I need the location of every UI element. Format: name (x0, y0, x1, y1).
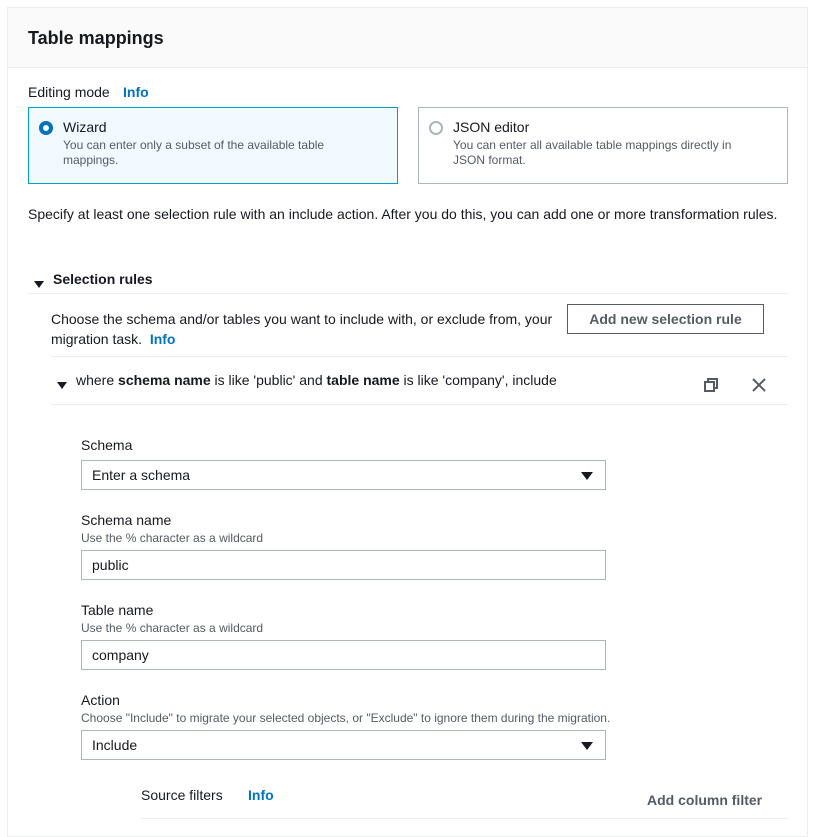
divider (28, 293, 788, 294)
table-name-input[interactable]: company (81, 640, 606, 670)
json-editor-radio[interactable] (429, 121, 443, 135)
panel-title: Table mappings (28, 28, 164, 48)
divider (51, 404, 788, 405)
wizard-radio[interactable] (39, 121, 53, 135)
action-label: Action (81, 692, 120, 708)
caret-down-icon (57, 382, 67, 389)
json-editor-option[interactable]: JSON editor You can enter all available … (418, 107, 788, 184)
action-select[interactable]: Include (81, 730, 606, 760)
editing-mode-label: Editing mode (28, 84, 110, 100)
schema-select[interactable]: Enter a schema (81, 460, 606, 490)
divider (51, 356, 788, 357)
schema-name-label: Schema name (81, 512, 172, 528)
source-filters-label: Source filters (141, 787, 223, 803)
rule-expand-toggle[interactable] (57, 376, 67, 394)
action-select-value: Include (92, 737, 138, 753)
selection-rules-description: Choose the schema and/or tables you want… (51, 311, 553, 347)
intro-text: Specify at least one selection rule with… (28, 206, 778, 222)
add-new-selection-rule-button[interactable]: Add new selection rule (567, 304, 764, 334)
caret-down-icon (34, 281, 44, 288)
table-name-label: Table name (81, 602, 154, 618)
selection-rules-toggle[interactable] (34, 275, 44, 293)
wizard-option[interactable]: Wizard You can enter only a subset of th… (28, 107, 398, 184)
editing-mode-info-link[interactable]: Info (123, 84, 149, 100)
json-editor-option-description: You can enter all available table mappin… (453, 138, 732, 167)
selection-rules-info-link[interactable]: Info (150, 331, 176, 347)
add-column-filter-button[interactable]: Add column filter (647, 792, 762, 808)
selection-rules-title[interactable]: Selection rules (53, 271, 153, 287)
copy-icon[interactable] (703, 377, 719, 393)
wizard-option-description: You can enter only a subset of the avail… (63, 138, 325, 167)
schema-name-hint: Use the % character as a wildcard (81, 531, 264, 545)
table-name-hint: Use the % character as a wildcard (81, 621, 264, 635)
panel-header: Table mappings (8, 8, 807, 68)
schema-select-value: Enter a schema (92, 467, 191, 483)
caret-down-icon (581, 742, 593, 750)
wizard-option-title: Wizard (63, 119, 107, 135)
schema-name-input[interactable]: public (81, 550, 606, 580)
rule-summary[interactable]: where schema name is like 'public' and t… (76, 372, 557, 388)
caret-down-icon (581, 472, 593, 480)
schema-label: Schema (81, 437, 133, 453)
close-icon[interactable] (751, 377, 767, 393)
json-editor-option-title: JSON editor (453, 119, 530, 135)
source-filters-info-link[interactable]: Info (248, 787, 274, 803)
divider (141, 818, 788, 819)
action-hint: Choose "Include" to migrate your selecte… (81, 711, 611, 725)
